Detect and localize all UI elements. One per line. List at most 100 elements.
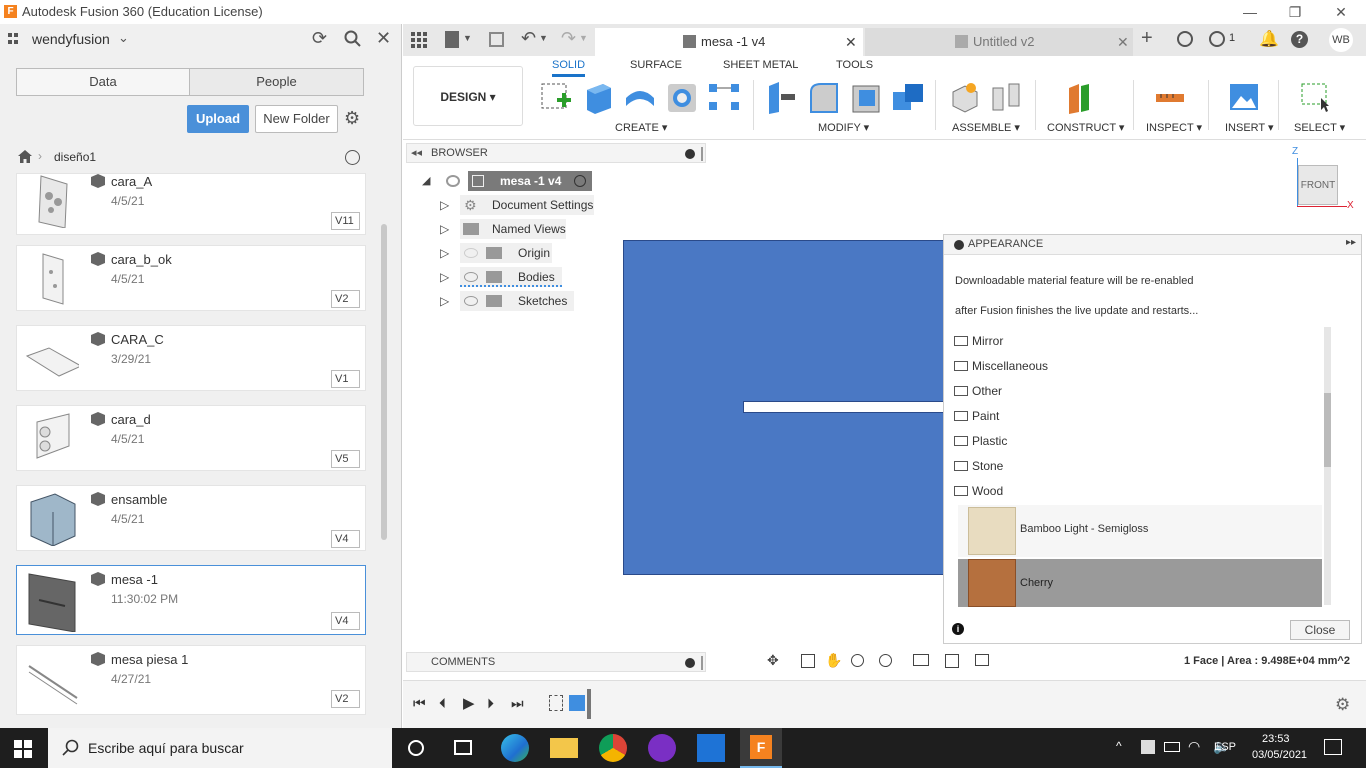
redo-icon[interactable]: ↷ (561, 28, 576, 49)
expand-triangle-icon[interactable]: ▷ (440, 219, 449, 239)
select-icon[interactable] (1299, 80, 1333, 114)
tab-data[interactable]: Data (16, 68, 190, 96)
material-item[interactable]: Bamboo Light - Semigloss (958, 505, 1322, 557)
tree-item-document-settings[interactable]: ▷ ⚙ Document Settings (440, 195, 600, 215)
construct-menu[interactable]: CONSTRUCT ▾ (1047, 121, 1124, 134)
last-frame-icon[interactable]: ⏭ (511, 695, 524, 712)
clock-time[interactable]: 23:53 (1262, 733, 1290, 745)
close-button[interactable]: Close (1290, 620, 1350, 640)
file-card-selected[interactable]: mesa -1 11:30:02 PM V4 (16, 565, 366, 635)
viewports-icon[interactable] (975, 654, 989, 666)
file-card[interactable]: cara_A 4/5/21 V11 (16, 173, 366, 235)
offset-plane-icon[interactable] (1065, 80, 1099, 114)
version-badge[interactable]: V11 (331, 212, 360, 230)
clock-date[interactable]: 03/05/2021 (1252, 749, 1307, 761)
revolve-icon[interactable] (623, 80, 657, 114)
fit-icon[interactable] (879, 654, 892, 667)
eye-hidden-icon[interactable] (464, 248, 478, 258)
create-menu[interactable]: CREATE ▾ (615, 121, 667, 134)
fillet-icon[interactable] (807, 80, 841, 114)
tab-document[interactable]: Untitled v2 ✕ (865, 28, 1133, 56)
account-name[interactable]: wendyfusion (32, 31, 110, 47)
wifi-icon[interactable]: ◠ (1188, 738, 1200, 755)
chevron-down-icon[interactable]: ▼ (579, 33, 588, 43)
expand-triangle-icon[interactable]: ▷ (440, 291, 449, 311)
assemble-menu[interactable]: ASSEMBLE ▾ (952, 121, 1020, 134)
tree-item-sketches[interactable]: ▷ Sketches (440, 291, 600, 311)
file-explorer-icon[interactable] (550, 738, 578, 758)
close-tab-icon[interactable]: ✕ (1117, 28, 1129, 56)
panel-grip-icon[interactable] (701, 147, 703, 161)
play-icon[interactable]: ▶ (463, 694, 475, 712)
version-badge[interactable]: V4 (331, 530, 360, 548)
scrollbar-thumb[interactable] (1324, 393, 1331, 467)
close-window-button[interactable]: ✕ (1326, 2, 1356, 22)
store-icon[interactable] (697, 734, 725, 762)
look-at-icon[interactable] (801, 654, 815, 668)
insert-menu[interactable]: INSERT ▾ (1225, 121, 1274, 134)
chevron-down-icon[interactable]: ▼ (463, 33, 472, 43)
extensions-icon[interactable] (1177, 31, 1193, 47)
grid-settings-icon[interactable] (945, 654, 959, 668)
combine-icon[interactable] (891, 80, 925, 114)
new-folder-button[interactable]: New Folder (255, 105, 338, 133)
taskbar-search-box[interactable]: Escribe aquí para buscar (48, 728, 392, 768)
help-icon[interactable]: ? (1291, 31, 1308, 48)
save-icon[interactable] (489, 32, 504, 47)
tab-surface[interactable]: SURFACE (630, 59, 682, 71)
active-radio-icon[interactable] (574, 175, 586, 187)
globe-icon[interactable] (345, 150, 360, 165)
file-list-scrollbar[interactable] (381, 224, 387, 540)
gear-icon[interactable]: ⚙ (344, 108, 360, 129)
chevron-down-icon[interactable]: ⌄ (118, 30, 129, 46)
expand-icon[interactable]: ▸▸ (1346, 237, 1356, 248)
file-card[interactable]: ensamble 4/5/21 V4 (16, 485, 366, 551)
plus-circle-icon[interactable] (685, 658, 695, 668)
extrude-icon[interactable] (581, 80, 615, 114)
tray-app-icon[interactable] (1141, 740, 1155, 754)
material-item-selected[interactable]: Cherry (958, 559, 1322, 607)
grid-dots-icon[interactable] (8, 32, 24, 46)
viewcube-front[interactable]: FRONT (1298, 165, 1338, 205)
vpn-app-icon[interactable] (648, 734, 676, 762)
fusion-taskbar-button[interactable]: F (740, 728, 782, 768)
slot-cutout[interactable] (743, 401, 953, 413)
pan-icon[interactable]: ✋ (825, 652, 842, 669)
create-sketch-icon[interactable] (539, 80, 573, 114)
tab-active-document[interactable]: mesa -1 v4 ✕ (595, 28, 863, 56)
avatar[interactable]: WB (1329, 28, 1353, 52)
gear-icon[interactable]: ⚙ (1335, 695, 1350, 715)
edge-icon[interactable] (501, 734, 529, 762)
close-tab-icon[interactable]: ✕ (845, 28, 857, 56)
measure-icon[interactable] (1153, 80, 1187, 114)
chrome-icon[interactable] (599, 734, 627, 762)
eye-icon[interactable] (464, 296, 478, 306)
version-badge[interactable]: V2 (331, 690, 360, 708)
close-panel-icon[interactable]: ✕ (376, 28, 391, 49)
expand-triangle-icon[interactable]: ▷ (440, 243, 449, 263)
file-card[interactable]: mesa piesa 1 4/27/21 V2 (16, 645, 366, 715)
breadcrumb[interactable]: diseño1 (54, 150, 96, 164)
timeline-sketch-feature-icon[interactable] (549, 695, 563, 711)
tray-chevron-icon[interactable]: ^ (1116, 739, 1122, 753)
first-frame-icon[interactable]: ⏮ (413, 695, 426, 712)
eye-icon[interactable] (464, 272, 478, 282)
refresh-icon[interactable]: ⟳ (312, 28, 327, 49)
new-component-icon[interactable] (947, 80, 981, 114)
version-badge[interactable]: V1 (331, 370, 360, 388)
home-icon[interactable] (18, 150, 32, 163)
eye-icon[interactable] (446, 175, 460, 187)
app-grid-icon[interactable] (411, 32, 427, 48)
job-status-icon[interactable] (1209, 31, 1225, 47)
previous-step-icon[interactable]: ⏴ (439, 695, 446, 712)
press-pull-icon[interactable] (765, 80, 799, 114)
expand-triangle-icon[interactable]: ▷ (440, 195, 449, 215)
version-badge[interactable]: V5 (331, 450, 360, 468)
timeline-extrude-feature-icon[interactable] (569, 695, 585, 711)
tree-item-bodies[interactable]: ▷ Bodies (440, 267, 600, 287)
tree-item-named-views[interactable]: ▷ Named Views (440, 219, 600, 239)
pattern-icon[interactable] (707, 80, 741, 114)
new-tab-icon[interactable]: + (1141, 27, 1153, 50)
orbit-icon[interactable]: ✥ (767, 652, 779, 669)
battery-icon[interactable] (1164, 742, 1180, 752)
